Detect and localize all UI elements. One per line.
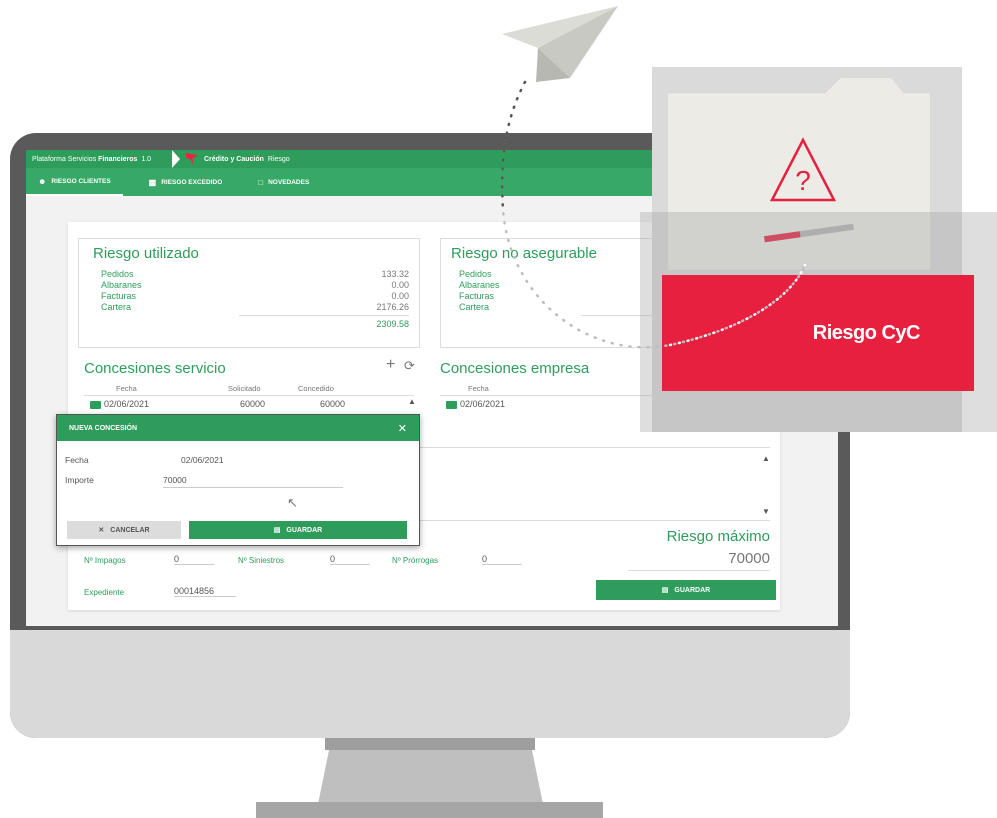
importe-label: Importe xyxy=(65,475,94,485)
list-divider xyxy=(420,447,770,448)
add-concession-icon[interactable]: + xyxy=(386,356,395,374)
breadcrumb-product[interactable]: Crédito y Caución xyxy=(204,156,264,163)
row-label: Facturas xyxy=(459,291,495,301)
breadcrumb-separator-icon xyxy=(172,150,180,168)
refresh-icon[interactable]: ⟳ xyxy=(404,358,415,374)
riesgo-utilizado-box: Riesgo utilizado Pedidos Albaranes Factu… xyxy=(78,238,420,348)
document-icon: □ xyxy=(258,177,264,187)
scroll-up-icon[interactable]: ▲ xyxy=(408,397,416,406)
col-solicitado: Solicitado xyxy=(228,384,261,393)
riesgo-utilizado-title: Riesgo utilizado xyxy=(93,245,199,262)
close-icon[interactable]: ✕ xyxy=(398,422,407,435)
save-button[interactable]: ▤ GUARDAR xyxy=(596,580,776,600)
tab-riesgo-clientes[interactable]: ☻ RIESGO CLIENTES xyxy=(26,168,123,196)
monitor-neck-shade xyxy=(325,738,535,750)
person-icon: ☻ xyxy=(38,176,47,186)
row-value: 2176.26 xyxy=(376,302,409,312)
calendar-icon xyxy=(90,400,101,409)
siniestros-field[interactable]: 0 xyxy=(330,554,370,565)
warning-glyph: ? xyxy=(795,165,811,196)
platform-prefix: Plataforma Servicios xyxy=(32,155,99,163)
riesgo-maximo-underline xyxy=(628,570,770,571)
row-fecha: 02/06/2021 xyxy=(460,399,506,409)
concesiones-servicio-title: Concesiones servicio xyxy=(84,360,226,377)
col-concedido: Concedido xyxy=(298,384,334,393)
cancel-icon: ✕ xyxy=(98,527,105,534)
dialog-header: NUEVA CONCESIÓN ✕ xyxy=(57,415,419,441)
riesgo-no-asegurable-title: Riesgo no asegurable xyxy=(451,245,597,262)
row-concedido: 60000 xyxy=(320,399,346,409)
riesgo-maximo-label: Riesgo máximo xyxy=(666,528,770,545)
cancel-label: CANCELAR xyxy=(110,526,150,534)
col-fecha: Fecha xyxy=(116,384,137,393)
impagos-label: Nº Impagos xyxy=(84,556,126,565)
fecha-field[interactable]: 02/06/2021 xyxy=(181,455,224,465)
save-label: GUARDAR xyxy=(674,586,711,594)
total-value: 2309.58 xyxy=(376,319,409,329)
impagos-field[interactable]: 0 xyxy=(174,554,214,565)
importe-field[interactable]: 70000 xyxy=(163,475,343,488)
tab-novedades[interactable]: □ NOVEDADES xyxy=(246,168,321,196)
total-divider xyxy=(239,315,409,316)
calendar-icon xyxy=(446,400,457,409)
bar-chart-icon: ▩ xyxy=(148,177,157,187)
dialog-title: NUEVA CONCESIÓN xyxy=(69,424,138,432)
row-value: 0.00 xyxy=(391,291,409,301)
monitor-base xyxy=(256,802,603,818)
row-label: Cartera xyxy=(101,302,132,312)
siniestros-label: Nº Siniestros xyxy=(238,556,285,565)
table-row[interactable]: 02/06/2021 xyxy=(90,399,149,409)
scroll-up-icon[interactable]: ▲ xyxy=(762,454,770,463)
row-label: Albaranes xyxy=(459,280,500,290)
tab-label: RIESGO CLIENTES xyxy=(51,177,111,185)
row-value: 0.00 xyxy=(391,280,409,290)
cyc-logo-icon xyxy=(186,153,198,165)
platform-version: 1.0 xyxy=(141,155,152,163)
dialog-save-button[interactable]: ▤ GUARDAR xyxy=(189,521,407,539)
save-icon: ▤ xyxy=(273,527,281,534)
concesiones-empresa-title: Concesiones empresa xyxy=(440,360,590,377)
table-header-divider xyxy=(84,395,414,396)
scroll-down-icon[interactable]: ▼ xyxy=(762,507,770,516)
cursor-icon: ↖ xyxy=(287,495,298,510)
row-label: Facturas xyxy=(101,291,137,301)
row-value: 133.32 xyxy=(381,269,409,279)
col-fecha: Fecha xyxy=(468,384,489,393)
platform-bold: Financieros xyxy=(98,155,138,163)
fecha-label: Fecha xyxy=(65,455,89,465)
row-label: Cartera xyxy=(459,302,490,312)
breadcrumb-platform[interactable]: Plataforma Servicios Financieros 1.0 xyxy=(26,156,172,163)
expediente-label: Expediente xyxy=(84,588,125,597)
paper-plane-icon xyxy=(502,6,618,82)
save-icon: ▤ xyxy=(661,587,669,594)
table-row[interactable]: 02/06/2021 xyxy=(446,399,505,409)
tab-label: RIESGO EXCEDIDO xyxy=(161,178,223,186)
tab-riesgo-excedido[interactable]: ▩ RIESGO EXCEDIDO xyxy=(137,168,235,196)
prorrogas-field[interactable]: 0 xyxy=(482,554,522,565)
prorrogas-label: Nº Prórrogas xyxy=(392,556,439,565)
cancel-button[interactable]: ✕ CANCELAR xyxy=(67,521,181,539)
row-label: Albaranes xyxy=(101,280,142,290)
row-label: Pedidos xyxy=(459,269,492,279)
riesgo-cyc-badge: Riesgo CyC xyxy=(662,275,974,391)
row-fecha: 02/06/2021 xyxy=(104,399,150,409)
list-divider xyxy=(420,520,770,521)
expediente-field[interactable]: 00014856 xyxy=(174,586,236,597)
badge-text: Riesgo CyC xyxy=(812,321,921,344)
monitor-chin xyxy=(10,630,850,738)
save-label: GUARDAR xyxy=(286,526,323,534)
row-solicitado: 60000 xyxy=(240,399,266,409)
tab-label: NOVEDADES xyxy=(268,178,310,186)
riesgo-maximo-value: 70000 xyxy=(728,550,770,567)
nueva-concesion-dialog: NUEVA CONCESIÓN ✕ Fecha 02/06/2021 Impor… xyxy=(56,414,420,546)
breadcrumb-section[interactable]: Riesgo xyxy=(268,156,290,163)
row-label: Pedidos xyxy=(101,269,134,279)
